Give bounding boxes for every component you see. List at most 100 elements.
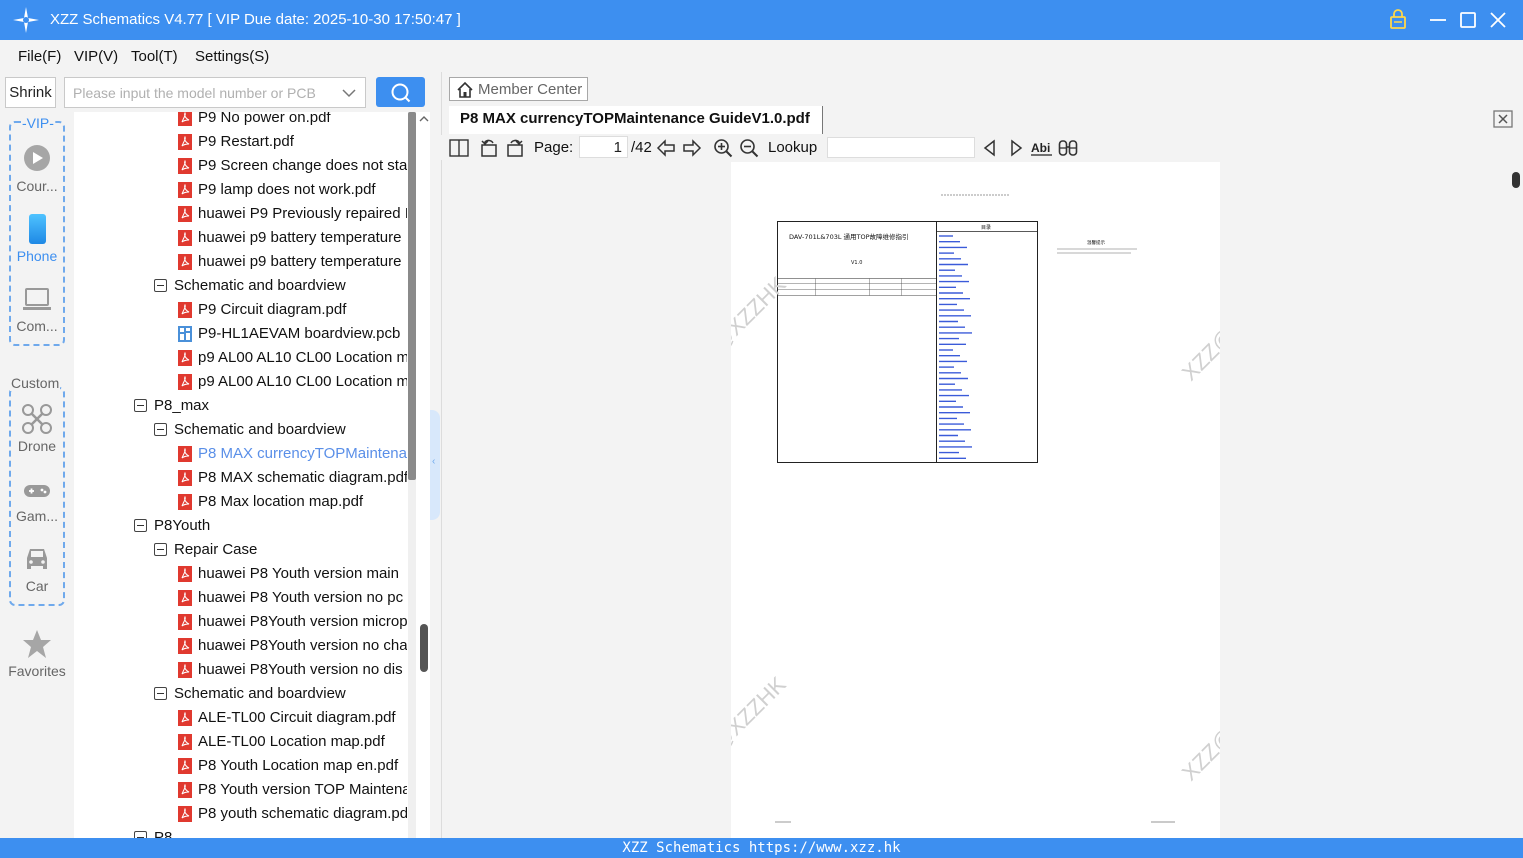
tree-file[interactable]: P9-HL1AEVAM boardview.pcb — [74, 322, 430, 346]
pdf-file-icon — [178, 806, 192, 822]
tree-file[interactable]: p9 AL00 AL10 CL00 Location map — [74, 370, 430, 394]
lookup-input[interactable] — [827, 137, 975, 158]
tree-file[interactable]: huawei p9 battery temperature — [74, 226, 430, 250]
tree-folder[interactable]: Repair Case — [74, 538, 430, 562]
tree-folder[interactable]: Schematic and boardview — [74, 274, 430, 298]
sidebar-item-phone[interactable]: Phone — [0, 214, 74, 274]
tree-file[interactable]: P9 Circuit diagram.pdf — [74, 298, 430, 322]
sidebar-item-car[interactable]: Car — [0, 544, 74, 604]
tree-item-label: P9-HL1AEVAM boardview.pcb — [198, 325, 401, 342]
pdf-file-icon — [178, 158, 192, 174]
collapse-toggle-icon[interactable] — [134, 831, 147, 838]
tree-file[interactable]: P8 MAX currencyTOPMaintenance — [74, 442, 430, 466]
viewer-scrollbar-thumb[interactable] — [1512, 172, 1520, 188]
tree-file[interactable]: huawei P8 Youth version no pc — [74, 586, 430, 610]
tab-document[interactable]: P8 MAX currencyTOPMaintenance GuideV1.0.… — [449, 106, 823, 134]
window-title: XZZ Schematics V4.77 [ VIP Due date: 202… — [50, 11, 461, 28]
sidebar-item-courses[interactable]: Cour... — [0, 144, 74, 204]
collapse-toggle-icon[interactable] — [134, 519, 147, 532]
tree-folder[interactable]: Schematic and boardview — [74, 682, 430, 706]
sidebar-item-games[interactable]: Gam... — [0, 474, 74, 534]
panel-splitter[interactable]: ‹ — [430, 410, 440, 520]
menu-bar: File(F) VIP(V) Tool(T) Settings(S) — [0, 40, 1523, 72]
tree-file[interactable]: huawei P8Youth version no cha — [74, 634, 430, 658]
pdf-file-icon — [178, 662, 192, 678]
tree-file[interactable]: p9 AL00 AL10 CL00 Location map — [74, 346, 430, 370]
tree-scrollbar-thumb[interactable] — [408, 112, 416, 480]
tree-file[interactable]: huawei P8Youth version no dis — [74, 658, 430, 682]
pdf-file-icon — [178, 782, 192, 798]
tree-file[interactable]: huawei P9 Previously repaired I — [74, 202, 430, 226]
tree-item-label: huawei P8Youth version no cha — [198, 637, 407, 654]
chevron-down-icon[interactable] — [341, 85, 357, 101]
search-input[interactable] — [73, 82, 333, 104]
tree-item-label: P9 Circuit diagram.pdf — [198, 301, 347, 318]
sidebar-toggle-icon[interactable] — [449, 138, 469, 158]
maximize-button[interactable] — [1456, 8, 1480, 32]
search-button[interactable] — [376, 77, 425, 107]
sidebar-item-favorites[interactable]: Favorites — [0, 629, 74, 689]
phone-icon — [29, 214, 46, 244]
close-button[interactable] — [1486, 8, 1510, 32]
tree-file[interactable]: P8 Max location map.pdf — [74, 490, 430, 514]
tree-file[interactable]: P8 MAX schematic diagram.pdf — [74, 466, 430, 490]
scroll-up-icon[interactable] — [418, 114, 430, 124]
tree-horizontal-scroll-thumb[interactable] — [420, 624, 428, 672]
collapse-toggle-icon[interactable] — [154, 543, 167, 556]
tree-file[interactable]: P8 Youth Location map en.pdf — [74, 754, 430, 778]
next-page-icon[interactable] — [682, 138, 702, 158]
collapse-toggle-icon[interactable] — [154, 279, 167, 292]
tree-folder[interactable]: P8_max — [74, 394, 430, 418]
tree-folder[interactable]: P8Youth — [74, 514, 430, 538]
menu-tool[interactable]: Tool(T) — [131, 48, 178, 65]
tree-file[interactable]: P9 Restart.pdf — [74, 130, 430, 154]
shrink-button[interactable]: Shrink — [5, 77, 56, 108]
pdf-file-icon — [178, 734, 192, 750]
zoom-out-icon[interactable] — [739, 138, 759, 158]
page-number-input[interactable]: 1 — [579, 136, 628, 158]
rotate-right-icon[interactable] — [505, 138, 525, 158]
tree-folder[interactable]: Schematic and boardview — [74, 418, 430, 442]
zoom-in-icon[interactable] — [713, 138, 733, 158]
collapse-toggle-icon[interactable] — [134, 399, 147, 412]
file-tree[interactable]: P9 No power on.pdf P9 Restart.pdf P9 Scree… — [74, 112, 430, 838]
lock-icon[interactable] — [1386, 8, 1410, 32]
tree-folder[interactable]: P8 — [74, 826, 430, 838]
find-next-icon[interactable] — [1006, 138, 1026, 158]
pdf-file-icon — [178, 374, 192, 390]
pdf-file-icon — [178, 446, 192, 462]
rotate-left-icon[interactable] — [479, 138, 499, 158]
match-case-icon[interactable]: Abi — [1031, 138, 1052, 158]
lookup-label: Lookup — [768, 139, 818, 156]
tree-file[interactable]: huawei P8 Youth version main — [74, 562, 430, 586]
tree-file[interactable]: huawei P8Youth version microp — [74, 610, 430, 634]
sidebar-item-drone[interactable]: Drone — [0, 404, 74, 464]
tree-file[interactable]: P8 Youth version TOP Maintenance — [74, 778, 430, 802]
vip-group-label: -VIP- — [21, 115, 55, 131]
viewer-scrollbar[interactable] — [1512, 168, 1520, 838]
minimize-button[interactable] — [1426, 8, 1450, 32]
collapse-toggle-icon[interactable] — [154, 687, 167, 700]
tree-item-label: P8_max — [154, 397, 210, 414]
tree-file[interactable]: ALE-TL00 Circuit diagram.pdf — [74, 706, 430, 730]
tree-file[interactable]: P8 youth schematic diagram.pdf — [74, 802, 430, 826]
tree-file[interactable]: P9 Screen change does not start — [74, 154, 430, 178]
tree-file[interactable]: P9 lamp does not work.pdf — [74, 178, 430, 202]
menu-vip[interactable]: VIP(V) — [74, 48, 118, 65]
binoculars-icon[interactable] — [1058, 138, 1078, 158]
close-tab-icon[interactable] — [1493, 110, 1513, 128]
member-center-button[interactable]: Member Center — [449, 77, 588, 101]
menu-settings[interactable]: Settings(S) — [195, 48, 269, 65]
sidebar-item-computer[interactable]: Com... — [0, 284, 74, 344]
tree-file[interactable]: huawei p9 battery temperature — [74, 250, 430, 274]
menu-file[interactable]: File(F) — [18, 48, 61, 65]
find-previous-icon[interactable] — [980, 138, 1000, 158]
search-field[interactable] — [64, 77, 366, 108]
collapse-toggle-icon[interactable] — [154, 423, 167, 436]
tree-file[interactable]: P9 No power on.pdf — [74, 112, 430, 130]
tree-item-label: huawei p9 battery temperature — [198, 229, 402, 246]
sidebar-item-label: Car — [25, 578, 49, 594]
previous-page-icon[interactable] — [656, 138, 676, 158]
app-logo-icon — [12, 6, 40, 34]
tree-file[interactable]: ALE-TL00 Location map.pdf — [74, 730, 430, 754]
